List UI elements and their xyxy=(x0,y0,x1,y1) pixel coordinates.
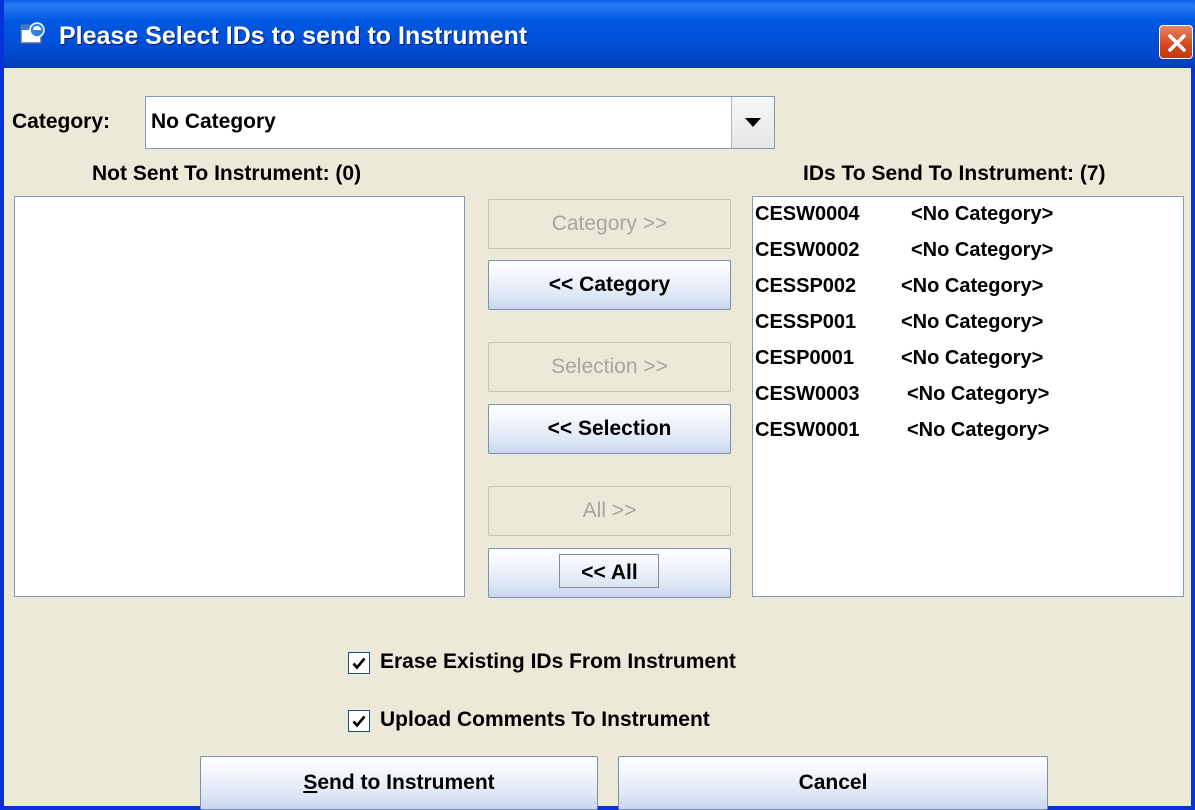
title-bar[interactable]: Please Select IDs to send to Instrument xyxy=(4,0,1195,68)
all-move-left-button[interactable]: << All xyxy=(488,548,731,598)
all-move-right-button[interactable]: All >> xyxy=(488,486,731,536)
list-item[interactable]: CESSP001 <No Category> xyxy=(755,311,1043,334)
not-sent-list-title: Not Sent To Instrument: (0) xyxy=(92,162,362,185)
send-label-rest: end to Instrument xyxy=(317,771,495,794)
all-move-right-label: All >> xyxy=(582,499,637,522)
category-select[interactable]: No Category xyxy=(145,96,775,149)
category-move-right-button[interactable]: Category >> xyxy=(488,199,731,249)
list-item-category: <No Category> xyxy=(911,239,1054,261)
list-item-id: CESSP002 xyxy=(755,275,857,297)
category-move-left-button[interactable]: << Category xyxy=(488,260,731,310)
focus-ring xyxy=(559,554,659,588)
list-item-id: CESSP001 xyxy=(755,311,857,333)
send-to-instrument-button[interactable]: Send to Instrument xyxy=(200,756,598,810)
list-item-category: <No Category> xyxy=(907,419,1050,441)
category-selected-value: No Category xyxy=(151,110,276,133)
selection-move-left-button[interactable]: << Selection xyxy=(488,404,731,454)
list-item-id: CESW0003 xyxy=(755,383,860,405)
list-item-category: <No Category> xyxy=(911,203,1054,225)
list-item[interactable]: CESW0003 <No Category> xyxy=(755,383,1049,406)
list-item-category: <No Category> xyxy=(901,275,1044,297)
list-item-id: CESP0001 xyxy=(755,347,854,369)
checkmark-icon xyxy=(352,715,366,728)
send-to-instrument-label: Send to Instrument xyxy=(303,757,494,809)
list-item[interactable]: CESSP002 <No Category> xyxy=(755,275,1043,298)
send-mnemonic: S xyxy=(303,771,318,794)
category-label: Category: xyxy=(12,110,111,133)
list-item-id: CESW0002 xyxy=(755,239,860,261)
selection-move-right-label: Selection >> xyxy=(551,355,668,378)
erase-existing-checkbox[interactable] xyxy=(348,652,370,674)
to-send-list-title: IDs To Send To Instrument: (7) xyxy=(803,162,1106,185)
erase-existing-label: Erase Existing IDs From Instrument xyxy=(380,650,736,673)
list-item-category: <No Category> xyxy=(901,347,1044,369)
selection-move-left-label: << Selection xyxy=(547,417,672,440)
not-sent-list[interactable] xyxy=(14,196,465,597)
window-title: Please Select IDs to send to Instrument xyxy=(59,22,528,50)
list-item[interactable]: CESW0004 <No Category> xyxy=(755,203,1053,226)
upload-comments-checkbox[interactable] xyxy=(348,710,370,732)
category-dropdown-button[interactable] xyxy=(731,97,774,148)
selection-move-right-button[interactable]: Selection >> xyxy=(488,342,731,392)
chevron-down-icon xyxy=(745,118,761,127)
category-move-left-label: << Category xyxy=(548,273,671,296)
list-item-category: <No Category> xyxy=(901,311,1044,333)
list-item[interactable]: CESP0001 <No Category> xyxy=(755,347,1043,370)
cancel-button[interactable]: Cancel xyxy=(618,756,1048,810)
list-item-category: <No Category> xyxy=(907,383,1050,405)
checkmark-icon xyxy=(352,657,366,670)
list-item[interactable]: CESW0001 <No Category> xyxy=(755,419,1049,442)
to-send-list[interactable]: CESW0004 <No Category> CESW0002 <No Categor… xyxy=(752,196,1184,597)
close-icon xyxy=(1168,34,1186,52)
close-button[interactable] xyxy=(1159,25,1193,59)
list-item-id: CESW0001 xyxy=(755,419,860,441)
list-item-id: CESW0004 xyxy=(755,203,860,225)
list-item[interactable]: CESW0002 <No Category> xyxy=(755,239,1053,262)
upload-comments-label: Upload Comments To Instrument xyxy=(380,708,710,731)
category-move-right-label: Category >> xyxy=(551,212,668,235)
cancel-label: Cancel xyxy=(798,771,868,794)
dialog-window: Please Select IDs to send to Instrument … xyxy=(0,0,1195,810)
app-icon xyxy=(20,22,46,46)
